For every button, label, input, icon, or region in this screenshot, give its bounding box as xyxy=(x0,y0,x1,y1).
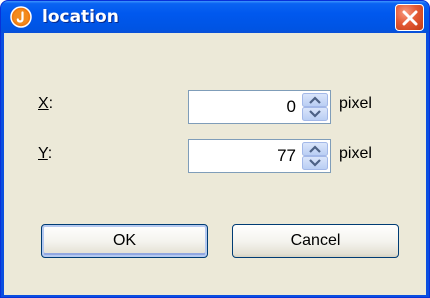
window-title: location xyxy=(42,7,119,27)
y-spin-buttons[interactable] xyxy=(302,142,328,170)
y-unit: pixel xyxy=(339,145,372,162)
app-icon xyxy=(10,6,32,28)
x-label: X: xyxy=(38,95,54,112)
close-button[interactable] xyxy=(395,4,424,31)
title-bar[interactable]: location xyxy=(1,1,429,33)
ok-button[interactable]: OK xyxy=(41,224,208,258)
x-spin-buttons[interactable] xyxy=(302,93,328,121)
cancel-button[interactable]: Cancel xyxy=(232,224,399,258)
x-spinner[interactable]: 0 xyxy=(188,90,331,124)
y-spinner[interactable]: 77 xyxy=(188,139,331,173)
x-value[interactable]: 0 xyxy=(287,97,296,117)
y-value[interactable]: 77 xyxy=(277,146,296,166)
close-x-icon xyxy=(402,10,418,26)
y-label: Y: xyxy=(38,145,53,162)
x-unit: pixel xyxy=(339,95,372,112)
dialog-window: location X: 0 pixel Y: 77 pixel OK Cance… xyxy=(0,0,430,298)
dialog-body: X: 0 pixel Y: 77 pixel OK Cancel xyxy=(4,33,426,295)
